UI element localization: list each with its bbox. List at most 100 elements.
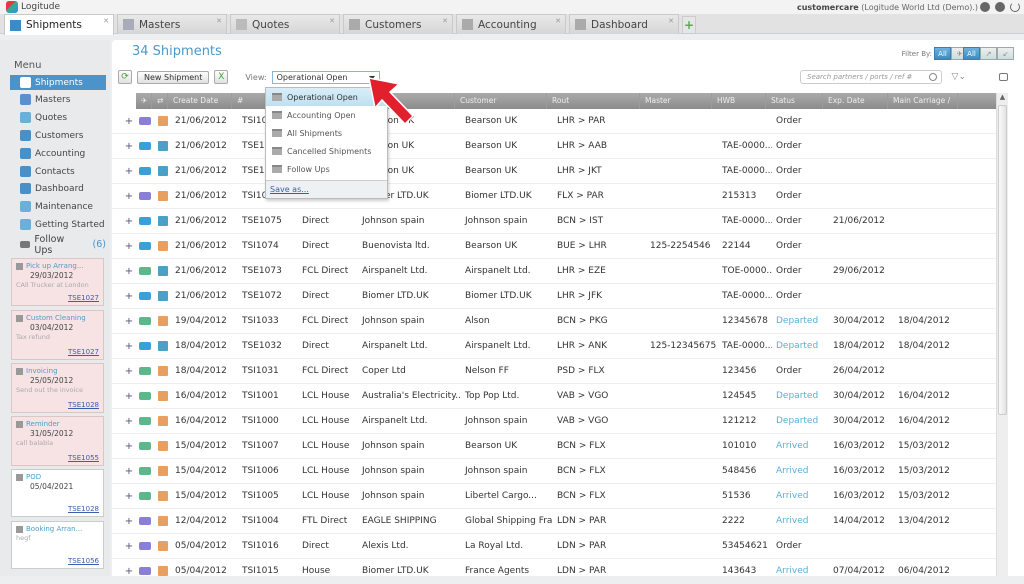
table-row[interactable]: +16/04/2012 TSI1001 LCL House Australia's E…: [112, 384, 997, 409]
sidebar-item-shipments[interactable]: Shipments: [10, 75, 106, 90]
table-row[interactable]: +18/04/2012 TSI1031 FCL Direct Coper Ltd Nel…: [112, 359, 997, 384]
column-header[interactable]: HWB: [712, 93, 766, 109]
view-option-cancelled-shipments[interactable]: Cancelled Shipments: [266, 142, 387, 160]
table-row[interactable]: +21/06/2012 TSI1074 Direct Buenovista ltd. B…: [112, 234, 997, 259]
expand-row-icon[interactable]: +: [122, 166, 136, 177]
table-row[interactable]: +05/04/2012 TSI1016 Direct Alexis Ltd. La Ro…: [112, 534, 997, 559]
expand-row-icon[interactable]: +: [122, 416, 136, 427]
follow-up-note[interactable]: Booking Arran... hegf TSE1056: [11, 521, 104, 569]
search-input[interactable]: Search partners / ports / ref #: [800, 70, 942, 84]
refresh-button[interactable]: ⟳: [118, 70, 132, 84]
sidebar-item-getting-started[interactable]: Getting Started: [20, 217, 106, 232]
follow-up-note[interactable]: Pick up Arrang... 29/03/2012 CAll Trucke…: [11, 258, 104, 306]
cell-num[interactable]: TSE1072: [238, 291, 298, 301]
table-row[interactable]: +15/04/2012 TSI1005 LCL House Johnson spain…: [112, 484, 997, 509]
table-row[interactable]: +21/06/2012 TSE1073 FCL Direct Airspanelt L…: [112, 259, 997, 284]
sidebar-item-customers[interactable]: Customers: [20, 128, 106, 143]
expand-row-icon[interactable]: +: [122, 441, 136, 452]
column-header[interactable]: Create Date: [168, 93, 232, 109]
note-ref-link[interactable]: TSE1028: [68, 401, 99, 409]
follow-ups-header[interactable]: Follow Ups (6): [20, 234, 106, 256]
expand-row-icon[interactable]: +: [122, 116, 136, 127]
note-ref-link[interactable]: TSE1056: [68, 557, 99, 565]
close-tab-icon[interactable]: ✕: [442, 17, 448, 25]
column-header[interactable]: Main Carriage /: [888, 93, 958, 109]
expand-row-icon[interactable]: +: [122, 216, 136, 227]
tab-quotes[interactable]: Quotes ✕: [230, 14, 340, 34]
scrollbar-thumb[interactable]: [998, 105, 1007, 415]
table-row[interactable]: +21/06/2012 TSE1027 Bearson UK Bearson UK LH…: [112, 134, 997, 159]
help-icon[interactable]: [995, 2, 1005, 12]
column-header[interactable]: Status: [766, 93, 823, 109]
expand-row-icon[interactable]: +: [122, 541, 136, 552]
column-header[interactable]: Master: [640, 93, 712, 109]
column-header[interactable]: Customer: [455, 93, 547, 109]
cell-num[interactable]: TSI1004: [238, 516, 298, 526]
close-tab-icon[interactable]: ✕: [103, 17, 109, 25]
columns-toggle-icon[interactable]: [999, 73, 1008, 81]
column-header[interactable]: Rout: [547, 93, 640, 109]
view-option-follow-ups[interactable]: Follow Ups: [266, 160, 387, 178]
direction-column-icon[interactable]: ⇄: [152, 93, 168, 109]
filter-export-icon[interactable]: ↗: [980, 47, 997, 60]
save-view-as-link[interactable]: Save as...: [266, 180, 387, 198]
filter-funnel-icon[interactable]: ▽⌄: [952, 72, 966, 82]
add-tab-button[interactable]: +: [682, 16, 696, 34]
column-header[interactable]: Exp. Date: [823, 93, 888, 109]
cell-num[interactable]: TSI1015: [238, 566, 298, 576]
close-tab-icon[interactable]: ✕: [668, 17, 674, 25]
mode-column-icon[interactable]: ✈: [136, 93, 152, 109]
expand-row-icon[interactable]: +: [122, 241, 136, 252]
expand-row-icon[interactable]: +: [122, 316, 136, 327]
table-row[interactable]: +05/04/2012 TSI1015 House Biomer LTD.UK Fran…: [112, 559, 997, 584]
table-row[interactable]: +15/04/2012 TSI1006 LCL House Johnson spain…: [112, 459, 997, 484]
expand-row-icon[interactable]: +: [122, 266, 136, 277]
view-select[interactable]: Operational Open: [271, 70, 380, 84]
cell-num[interactable]: TSI1016: [238, 541, 298, 551]
tab-accounting[interactable]: Accounting ✕: [456, 14, 566, 34]
cell-num[interactable]: TSI1033: [238, 316, 298, 326]
export-excel-button[interactable]: X: [214, 70, 229, 84]
cell-num[interactable]: TSI1007: [238, 441, 298, 451]
close-tab-icon[interactable]: ✕: [329, 17, 335, 25]
note-ref-link[interactable]: TSE1027: [68, 348, 99, 356]
follow-up-note[interactable]: POD 05/04/2021 TSE1028: [11, 469, 104, 517]
table-row[interactable]: +15/04/2012 TSI1007 LCL House Johnson spain…: [112, 434, 997, 459]
cell-num[interactable]: TSI1000: [238, 416, 298, 426]
settings-gear-icon[interactable]: [980, 2, 990, 12]
expand-row-icon[interactable]: +: [122, 366, 136, 377]
power-logout-icon[interactable]: [1010, 2, 1020, 12]
cell-num[interactable]: TSI1005: [238, 491, 298, 501]
expand-row-icon[interactable]: +: [122, 191, 136, 202]
tab-dashboard[interactable]: Dashboard ✕: [569, 14, 679, 34]
filter-direction-all[interactable]: All: [963, 47, 980, 60]
table-row[interactable]: +21/06/2012TSI1076HouseBiomer LTD.UKBiom…: [112, 184, 997, 209]
table-row[interactable]: +19/04/2012 TSI1033 FCL Direct Johnson spai…: [112, 309, 997, 334]
note-ref-link[interactable]: TSE1027: [68, 294, 99, 302]
sidebar-item-quotes[interactable]: Quotes: [20, 110, 106, 125]
expand-row-icon[interactable]: +: [122, 391, 136, 402]
sidebar-item-masters[interactable]: Masters: [20, 92, 106, 107]
table-row[interactable]: +21/06/2012 TSI1077 Bearson UK Bearson UK LH…: [112, 109, 997, 134]
search-icon[interactable]: [929, 73, 937, 81]
cell-num[interactable]: TSI1001: [238, 391, 298, 401]
table-row[interactable]: +21/06/2012 TSE1072 Direct Biomer LTD.UK Bio…: [112, 284, 997, 309]
expand-row-icon[interactable]: +: [122, 466, 136, 477]
cell-num[interactable]: TSI1006: [238, 466, 298, 476]
follow-up-note[interactable]: Invoicing 25/05/2012 Send out the invoic…: [11, 363, 104, 413]
scroll-up-icon[interactable]: ▲: [997, 93, 1008, 103]
filter-mode-all[interactable]: All: [934, 47, 951, 60]
expand-row-icon[interactable]: +: [122, 341, 136, 352]
sidebar-item-contacts[interactable]: Contacts: [20, 164, 106, 179]
expand-row-icon[interactable]: +: [122, 566, 136, 577]
cell-num[interactable]: TSI1031: [238, 366, 298, 376]
close-tab-icon[interactable]: ✕: [555, 17, 561, 25]
close-tab-icon[interactable]: ✕: [216, 17, 222, 25]
table-row[interactable]: +16/04/2012 TSI1000 LCL House Airspanelt Lt…: [112, 409, 997, 434]
cell-num[interactable]: TSE1032: [238, 341, 298, 351]
sidebar-item-maintenance[interactable]: Maintenance: [20, 199, 106, 214]
note-ref-link[interactable]: TSE1028: [68, 505, 99, 513]
table-row[interactable]: +21/06/2012 TSE1027 Bearson UK Bearson UK LH…: [112, 159, 997, 184]
new-shipment-button[interactable]: New Shipment: [137, 70, 210, 84]
follow-up-note[interactable]: Custom Cleaning 03/04/2012 Tax refund TS…: [11, 310, 104, 360]
